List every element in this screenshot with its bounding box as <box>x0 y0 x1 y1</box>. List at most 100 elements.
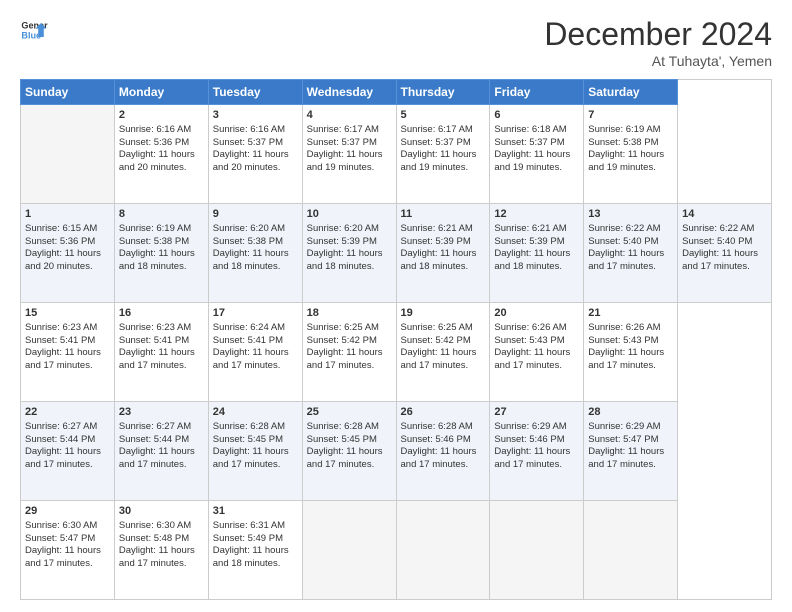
day-info: Sunrise: 6:20 AMSunset: 5:38 PMDaylight:… <box>213 223 289 272</box>
calendar-cell: 15Sunrise: 6:23 AMSunset: 5:41 PMDayligh… <box>21 303 115 402</box>
day-info: Sunrise: 6:19 AMSunset: 5:38 PMDaylight:… <box>119 223 195 272</box>
day-info: Sunrise: 6:25 AMSunset: 5:42 PMDaylight:… <box>401 322 477 371</box>
calendar-week-row: 22Sunrise: 6:27 AMSunset: 5:44 PMDayligh… <box>21 402 772 501</box>
day-number: 10 <box>307 207 392 222</box>
day-number: 6 <box>494 108 579 123</box>
day-info: Sunrise: 6:30 AMSunset: 5:48 PMDaylight:… <box>119 520 195 569</box>
logo-icon: General Blue <box>20 16 48 44</box>
day-info: Sunrise: 6:28 AMSunset: 5:45 PMDaylight:… <box>213 421 289 470</box>
calendar-table: Sunday Monday Tuesday Wednesday Thursday… <box>20 79 772 600</box>
day-info: Sunrise: 6:22 AMSunset: 5:40 PMDaylight:… <box>588 223 664 272</box>
day-info: Sunrise: 6:17 AMSunset: 5:37 PMDaylight:… <box>307 124 383 173</box>
calendar-cell: 19Sunrise: 6:25 AMSunset: 5:42 PMDayligh… <box>396 303 490 402</box>
day-number: 18 <box>307 306 392 321</box>
day-info: Sunrise: 6:27 AMSunset: 5:44 PMDaylight:… <box>25 421 101 470</box>
day-number: 25 <box>307 405 392 420</box>
col-wednesday: Wednesday <box>302 80 396 105</box>
calendar-cell: 22Sunrise: 6:27 AMSunset: 5:44 PMDayligh… <box>21 402 115 501</box>
calendar-cell: 2Sunrise: 6:16 AMSunset: 5:36 PMDaylight… <box>114 105 208 204</box>
day-info: Sunrise: 6:22 AMSunset: 5:40 PMDaylight:… <box>682 223 758 272</box>
day-number: 31 <box>213 504 298 519</box>
col-tuesday: Tuesday <box>208 80 302 105</box>
logo: General Blue <box>20 16 48 44</box>
month-title: December 2024 <box>544 16 772 53</box>
calendar-cell <box>21 105 115 204</box>
calendar-cell: 21Sunrise: 6:26 AMSunset: 5:43 PMDayligh… <box>584 303 678 402</box>
day-info: Sunrise: 6:28 AMSunset: 5:45 PMDaylight:… <box>307 421 383 470</box>
day-info: Sunrise: 6:19 AMSunset: 5:38 PMDaylight:… <box>588 124 664 173</box>
title-area: December 2024 At Tuhayta', Yemen <box>544 16 772 69</box>
calendar-cell: 25Sunrise: 6:28 AMSunset: 5:45 PMDayligh… <box>302 402 396 501</box>
day-number: 5 <box>401 108 486 123</box>
calendar-cell: 14Sunrise: 6:22 AMSunset: 5:40 PMDayligh… <box>678 204 772 303</box>
calendar-cell: 31Sunrise: 6:31 AMSunset: 5:49 PMDayligh… <box>208 501 302 600</box>
day-number: 22 <box>25 405 110 420</box>
day-number: 19 <box>401 306 486 321</box>
day-info: Sunrise: 6:26 AMSunset: 5:43 PMDaylight:… <box>494 322 570 371</box>
day-info: Sunrise: 6:29 AMSunset: 5:46 PMDaylight:… <box>494 421 570 470</box>
col-monday: Monday <box>114 80 208 105</box>
day-number: 29 <box>25 504 110 519</box>
day-number: 17 <box>213 306 298 321</box>
col-sunday: Sunday <box>21 80 115 105</box>
calendar-cell: 26Sunrise: 6:28 AMSunset: 5:46 PMDayligh… <box>396 402 490 501</box>
day-number: 14 <box>682 207 767 222</box>
day-info: Sunrise: 6:18 AMSunset: 5:37 PMDaylight:… <box>494 124 570 173</box>
calendar-cell <box>490 501 584 600</box>
day-number: 27 <box>494 405 579 420</box>
calendar-cell: 8Sunrise: 6:19 AMSunset: 5:38 PMDaylight… <box>114 204 208 303</box>
calendar-cell: 6Sunrise: 6:18 AMSunset: 5:37 PMDaylight… <box>490 105 584 204</box>
day-info: Sunrise: 6:23 AMSunset: 5:41 PMDaylight:… <box>119 322 195 371</box>
day-info: Sunrise: 6:24 AMSunset: 5:41 PMDaylight:… <box>213 322 289 371</box>
calendar-cell: 30Sunrise: 6:30 AMSunset: 5:48 PMDayligh… <box>114 501 208 600</box>
page: General Blue December 2024 At Tuhayta', … <box>0 0 792 612</box>
calendar-cell: 12Sunrise: 6:21 AMSunset: 5:39 PMDayligh… <box>490 204 584 303</box>
calendar-cell: 17Sunrise: 6:24 AMSunset: 5:41 PMDayligh… <box>208 303 302 402</box>
calendar-cell: 10Sunrise: 6:20 AMSunset: 5:39 PMDayligh… <box>302 204 396 303</box>
calendar-cell: 23Sunrise: 6:27 AMSunset: 5:44 PMDayligh… <box>114 402 208 501</box>
calendar-cell <box>396 501 490 600</box>
day-number: 7 <box>588 108 673 123</box>
day-number: 9 <box>213 207 298 222</box>
col-friday: Friday <box>490 80 584 105</box>
day-number: 28 <box>588 405 673 420</box>
calendar-cell: 13Sunrise: 6:22 AMSunset: 5:40 PMDayligh… <box>584 204 678 303</box>
calendar-cell: 11Sunrise: 6:21 AMSunset: 5:39 PMDayligh… <box>396 204 490 303</box>
day-info: Sunrise: 6:17 AMSunset: 5:37 PMDaylight:… <box>401 124 477 173</box>
day-number: 12 <box>494 207 579 222</box>
calendar-week-row: 15Sunrise: 6:23 AMSunset: 5:41 PMDayligh… <box>21 303 772 402</box>
day-info: Sunrise: 6:16 AMSunset: 5:37 PMDaylight:… <box>213 124 289 173</box>
day-number: 3 <box>213 108 298 123</box>
calendar-cell: 16Sunrise: 6:23 AMSunset: 5:41 PMDayligh… <box>114 303 208 402</box>
calendar-cell: 3Sunrise: 6:16 AMSunset: 5:37 PMDaylight… <box>208 105 302 204</box>
subtitle: At Tuhayta', Yemen <box>544 53 772 69</box>
calendar-cell: 1Sunrise: 6:15 AMSunset: 5:36 PMDaylight… <box>21 204 115 303</box>
day-number: 20 <box>494 306 579 321</box>
calendar-cell: 20Sunrise: 6:26 AMSunset: 5:43 PMDayligh… <box>490 303 584 402</box>
calendar-cell <box>302 501 396 600</box>
day-number: 16 <box>119 306 204 321</box>
day-info: Sunrise: 6:26 AMSunset: 5:43 PMDaylight:… <box>588 322 664 371</box>
calendar-cell: 27Sunrise: 6:29 AMSunset: 5:46 PMDayligh… <box>490 402 584 501</box>
day-number: 15 <box>25 306 110 321</box>
day-number: 11 <box>401 207 486 222</box>
calendar-cell: 7Sunrise: 6:19 AMSunset: 5:38 PMDaylight… <box>584 105 678 204</box>
calendar-week-row: 29Sunrise: 6:30 AMSunset: 5:47 PMDayligh… <box>21 501 772 600</box>
day-info: Sunrise: 6:30 AMSunset: 5:47 PMDaylight:… <box>25 520 101 569</box>
day-number: 21 <box>588 306 673 321</box>
calendar-cell: 28Sunrise: 6:29 AMSunset: 5:47 PMDayligh… <box>584 402 678 501</box>
col-thursday: Thursday <box>396 80 490 105</box>
calendar-cell <box>584 501 678 600</box>
calendar-week-row: 2Sunrise: 6:16 AMSunset: 5:36 PMDaylight… <box>21 105 772 204</box>
col-saturday: Saturday <box>584 80 678 105</box>
day-info: Sunrise: 6:21 AMSunset: 5:39 PMDaylight:… <box>401 223 477 272</box>
calendar-cell: 24Sunrise: 6:28 AMSunset: 5:45 PMDayligh… <box>208 402 302 501</box>
calendar-header-row: Sunday Monday Tuesday Wednesday Thursday… <box>21 80 772 105</box>
day-number: 23 <box>119 405 204 420</box>
day-info: Sunrise: 6:23 AMSunset: 5:41 PMDaylight:… <box>25 322 101 371</box>
day-number: 13 <box>588 207 673 222</box>
day-number: 26 <box>401 405 486 420</box>
day-number: 4 <box>307 108 392 123</box>
day-info: Sunrise: 6:28 AMSunset: 5:46 PMDaylight:… <box>401 421 477 470</box>
day-info: Sunrise: 6:27 AMSunset: 5:44 PMDaylight:… <box>119 421 195 470</box>
